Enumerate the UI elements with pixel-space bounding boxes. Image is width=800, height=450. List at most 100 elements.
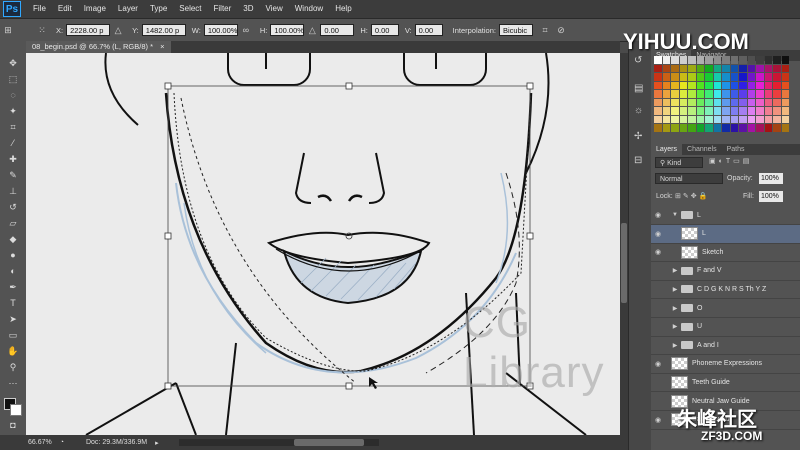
color-swatch[interactable] bbox=[688, 64, 696, 72]
color-swatch[interactable] bbox=[654, 64, 662, 72]
eye-icon[interactable]: ◉ bbox=[651, 248, 665, 256]
layer-row[interactable]: ◉ Phoneme Expressions bbox=[651, 355, 800, 374]
color-swatch[interactable] bbox=[662, 98, 670, 106]
color-swatch[interactable] bbox=[688, 107, 696, 115]
color-swatch[interactable] bbox=[688, 124, 696, 132]
color-swatch[interactable] bbox=[773, 73, 781, 81]
color-swatch[interactable] bbox=[739, 124, 747, 132]
color-swatch[interactable] bbox=[756, 90, 764, 98]
zoom-level[interactable]: 66.67% bbox=[28, 439, 52, 446]
document-tab[interactable]: 08_begin.psd @ 66.7% (L, RGB/8) * × bbox=[26, 41, 171, 53]
color-swatch[interactable] bbox=[713, 56, 721, 64]
color-swatch[interactable] bbox=[688, 81, 696, 89]
color-swatch[interactable] bbox=[696, 73, 704, 81]
canvas[interactable]: CG Library bbox=[26, 53, 620, 435]
color-swatch[interactable] bbox=[705, 81, 713, 89]
color-swatch[interactable] bbox=[781, 73, 789, 81]
color-swatch[interactable] bbox=[747, 98, 755, 106]
color-swatch[interactable] bbox=[662, 64, 670, 72]
eye-icon[interactable]: ◉ bbox=[651, 416, 665, 424]
color-swatch[interactable] bbox=[773, 64, 781, 72]
color-swatch[interactable] bbox=[705, 98, 713, 106]
more-tools-icon[interactable]: ⋯ bbox=[5, 377, 21, 390]
color-swatch[interactable] bbox=[671, 124, 679, 132]
adjustments-panel-icon[interactable]: ☼ bbox=[634, 105, 643, 116]
color-swatch[interactable] bbox=[679, 81, 687, 89]
color-swatch[interactable] bbox=[756, 115, 764, 123]
color-swatch[interactable] bbox=[756, 81, 764, 89]
color-swatch[interactable] bbox=[679, 115, 687, 123]
opacity-field[interactable]: 100% bbox=[759, 173, 783, 184]
layer-row[interactable]: ▶ U bbox=[651, 318, 800, 337]
color-swatch[interactable] bbox=[696, 81, 704, 89]
color-swatch[interactable] bbox=[713, 124, 721, 132]
color-swatch[interactable] bbox=[705, 64, 713, 72]
h-skew-field[interactable]: 0.00 bbox=[370, 24, 399, 36]
color-swatch[interactable] bbox=[781, 107, 789, 115]
color-swatch[interactable] bbox=[696, 107, 704, 115]
color-swatch[interactable] bbox=[730, 64, 738, 72]
color-swatch[interactable] bbox=[713, 64, 721, 72]
color-swatch[interactable] bbox=[730, 98, 738, 106]
vertical-scroll-thumb[interactable] bbox=[621, 223, 627, 303]
expand-toggle-icon[interactable]: ▶ bbox=[671, 323, 679, 330]
interpolation-select[interactable]: Bicubic bbox=[499, 24, 533, 36]
color-swatch[interactable] bbox=[662, 107, 670, 115]
history-panel-icon[interactable]: ↺ bbox=[634, 55, 642, 66]
color-swatch[interactable] bbox=[773, 115, 781, 123]
color-swatch[interactable] bbox=[773, 107, 781, 115]
color-swatch[interactable] bbox=[739, 90, 747, 98]
lasso-tool-icon[interactable]: ◌ bbox=[5, 89, 21, 102]
layer-row[interactable]: ◉ ▼ L bbox=[651, 206, 800, 225]
color-swatch[interactable] bbox=[713, 107, 721, 115]
color-swatch[interactable] bbox=[747, 81, 755, 89]
tab-channels[interactable]: Channels bbox=[682, 144, 722, 155]
x-position-field[interactable]: 2228.00 p bbox=[66, 24, 111, 36]
swatch-grid[interactable] bbox=[654, 56, 796, 150]
color-swatch[interactable] bbox=[739, 73, 747, 81]
expand-toggle-icon[interactable]: ▶ bbox=[671, 305, 679, 312]
color-swatch[interactable] bbox=[679, 124, 687, 132]
shape-tool-icon[interactable]: ▭ bbox=[5, 329, 21, 342]
layer-row[interactable]: Teeth Guide bbox=[651, 373, 800, 393]
color-swatch[interactable] bbox=[773, 90, 781, 98]
color-swatch[interactable] bbox=[773, 81, 781, 89]
eye-icon[interactable]: ◉ bbox=[651, 211, 665, 219]
brush-presets-icon[interactable]: ⊟ bbox=[634, 155, 642, 166]
color-swatch[interactable] bbox=[722, 107, 730, 115]
color-swatch[interactable] bbox=[671, 56, 679, 64]
crop-tool-icon[interactable]: ⌗ bbox=[5, 121, 21, 134]
quick-mask-icon[interactable]: ◘ bbox=[5, 419, 21, 432]
color-swatch[interactable] bbox=[781, 98, 789, 106]
color-swatch[interactable] bbox=[671, 81, 679, 89]
link-icon[interactable]: ∞ bbox=[240, 24, 252, 36]
color-swatch[interactable] bbox=[679, 56, 687, 64]
color-swatch[interactable] bbox=[756, 64, 764, 72]
menu-file[interactable]: File bbox=[27, 0, 52, 18]
color-swatch[interactable] bbox=[781, 81, 789, 89]
reference-point-icon[interactable]: ⁙ bbox=[36, 24, 48, 36]
color-swatch[interactable] bbox=[705, 124, 713, 132]
layer-filter-select[interactable]: ⚲ Kind bbox=[655, 157, 703, 168]
brush-tool-icon[interactable]: ✎ bbox=[5, 169, 21, 182]
color-swatch[interactable] bbox=[722, 98, 730, 106]
color-swatch[interactable] bbox=[764, 124, 772, 132]
color-swatch[interactable] bbox=[688, 73, 696, 81]
color-swatch[interactable] bbox=[654, 124, 662, 132]
color-swatch[interactable] bbox=[739, 107, 747, 115]
color-swatch[interactable] bbox=[662, 81, 670, 89]
color-swatch[interactable] bbox=[722, 64, 730, 72]
healing-tool-icon[interactable]: ✚ bbox=[5, 153, 21, 166]
layer-row[interactable]: ▶ A and I bbox=[651, 336, 800, 356]
color-swatch[interactable] bbox=[722, 81, 730, 89]
color-swatch[interactable] bbox=[781, 56, 789, 64]
color-swatch[interactable] bbox=[730, 107, 738, 115]
color-swatch[interactable] bbox=[764, 90, 772, 98]
width-field[interactable]: 100.00% bbox=[203, 24, 238, 36]
color-swatch[interactable] bbox=[730, 56, 738, 64]
color-swatch[interactable] bbox=[679, 64, 687, 72]
zoom-tool-icon[interactable]: ⚲ bbox=[5, 361, 21, 374]
color-swatch[interactable] bbox=[773, 98, 781, 106]
color-swatch[interactable] bbox=[781, 90, 789, 98]
color-swatch[interactable] bbox=[764, 64, 772, 72]
